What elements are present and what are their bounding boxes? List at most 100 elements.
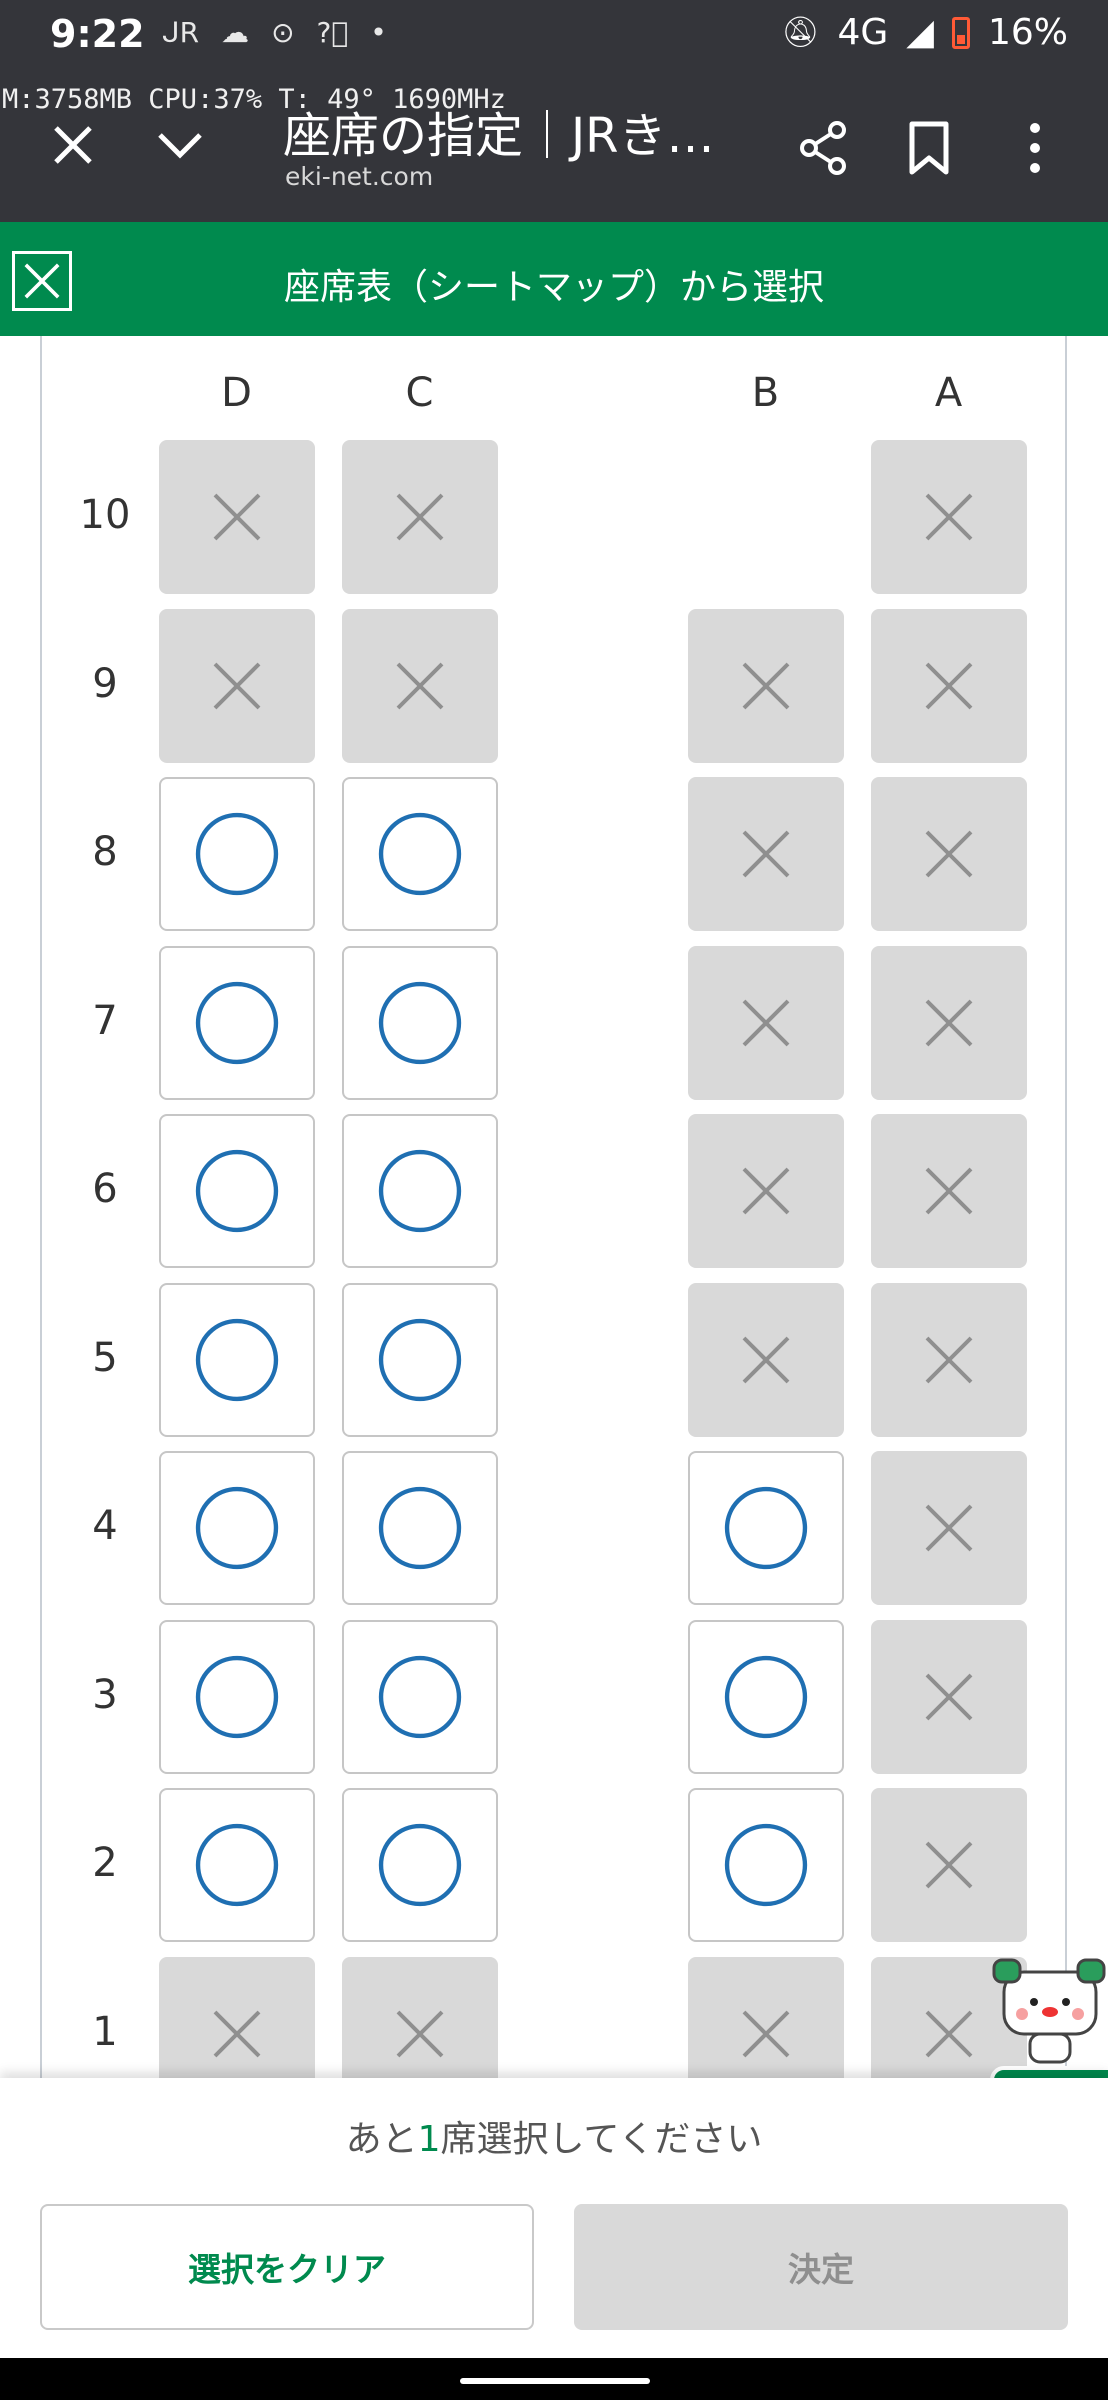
more-menu-icon[interactable] [1020, 120, 1050, 176]
column-label-c: C [405, 370, 434, 416]
available-circle-icon [195, 1486, 279, 1570]
unavailable-x-icon [742, 1167, 790, 1215]
row-label-2: 2 [92, 1840, 118, 1886]
unavailable-x-icon [925, 493, 973, 541]
share-icon[interactable] [795, 120, 851, 176]
chevron-down-icon[interactable] [152, 120, 208, 170]
jr-icon: ᒍR [162, 16, 200, 49]
column-label-b: B [751, 370, 780, 416]
unavailable-x-icon [925, 1673, 973, 1721]
row-label-9: 9 [92, 661, 118, 707]
unavailable-x-icon [925, 1167, 973, 1215]
record-icon: ⊙ [271, 16, 295, 49]
page-title: 座席の指定｜JRき… [283, 108, 715, 164]
home-gesture-pill[interactable] [460, 2378, 650, 2384]
seat-4D[interactable] [159, 1451, 315, 1605]
battery-percent: 16% [987, 12, 1068, 53]
seat-5B [688, 1283, 844, 1437]
seat-8D[interactable] [159, 777, 315, 931]
seat-6D[interactable] [159, 1114, 315, 1268]
seat-2B[interactable] [688, 1788, 844, 1942]
unavailable-x-icon [742, 999, 790, 1047]
seat-3C[interactable] [342, 1620, 498, 1774]
seat-2C[interactable] [342, 1788, 498, 1942]
seat-5C[interactable] [342, 1283, 498, 1437]
seat-8C[interactable] [342, 777, 498, 931]
seat-2D[interactable] [159, 1788, 315, 1942]
system-nav-bar [0, 2358, 1108, 2400]
seat-5A [871, 1283, 1027, 1437]
row-label-7: 7 [92, 998, 118, 1044]
status-right: 🔕︎ 4G ◢ 16% [781, 12, 1068, 53]
seat-9D [159, 609, 315, 763]
unavailable-x-icon [742, 662, 790, 710]
page-url[interactable]: eki-net.com [285, 162, 433, 191]
unavailable-x-icon [213, 493, 261, 541]
seat-3D[interactable] [159, 1620, 315, 1774]
unavailable-x-icon [925, 999, 973, 1047]
unavailable-x-icon [925, 830, 973, 878]
available-circle-icon [378, 1486, 462, 1570]
network-label: 4G [837, 12, 889, 53]
bookmark-icon[interactable] [906, 120, 952, 176]
confirm-button[interactable]: 決定 [574, 2204, 1068, 2330]
clear-selection-button[interactable]: 選択をクリア [40, 2204, 534, 2330]
row-label-10: 10 [79, 492, 131, 538]
seat-8B [688, 777, 844, 931]
signal-icon: ◢ [906, 12, 934, 53]
available-circle-icon [195, 1149, 279, 1233]
row-label-4: 4 [92, 1503, 118, 1549]
seat-6C[interactable] [342, 1114, 498, 1268]
status-icons: ᒍR ☁ ⊙ ?⃞ • [162, 16, 387, 49]
seat-9A [871, 609, 1027, 763]
seat-9C [342, 609, 498, 763]
row-label-6: 6 [92, 1166, 118, 1212]
seat-9B [688, 609, 844, 763]
status-time: 9:22 [50, 12, 145, 56]
available-circle-icon [378, 1318, 462, 1402]
seat-8A [871, 777, 1027, 931]
remaining-seats-message: あと1席選択してください [0, 2110, 1108, 2162]
available-circle-icon [378, 812, 462, 896]
row-label-8: 8 [92, 829, 118, 875]
available-circle-icon [195, 981, 279, 1065]
close-tab-icon[interactable] [48, 120, 98, 170]
available-circle-icon [378, 1149, 462, 1233]
available-circle-icon [195, 1823, 279, 1907]
seatmap-title: 座席表（シートマップ）から選択 [283, 267, 824, 308]
seat-4B[interactable] [688, 1451, 844, 1605]
available-circle-icon [378, 1823, 462, 1907]
seat-10D [159, 440, 315, 594]
battery-icon [951, 16, 970, 49]
seatmap-header: 座席表（シートマップ）から選択 [0, 222, 1108, 336]
seat-6A [871, 1114, 1027, 1268]
question-box-icon: ?⃞ [316, 16, 349, 49]
seat-2A [871, 1788, 1027, 1942]
unavailable-x-icon [925, 1841, 973, 1889]
seat-7D[interactable] [159, 946, 315, 1100]
browser-chrome: 9:22 ᒍR ☁ ⊙ ?⃞ • 🔕︎ 4G ◢ 16% M:3758MB CP… [0, 0, 1108, 222]
unavailable-x-icon [213, 662, 261, 710]
row-label-5: 5 [92, 1335, 118, 1381]
remaining-prefix: あと [345, 2119, 418, 2160]
available-circle-icon [378, 1655, 462, 1739]
available-circle-icon [195, 1318, 279, 1402]
available-circle-icon [195, 1655, 279, 1739]
unavailable-x-icon [925, 1504, 973, 1552]
seat-7C[interactable] [342, 946, 498, 1100]
available-circle-icon [378, 981, 462, 1065]
unavailable-x-icon [925, 662, 973, 710]
available-circle-icon [195, 812, 279, 896]
unavailable-x-icon [742, 830, 790, 878]
dot-icon: • [370, 16, 387, 49]
available-circle-icon [724, 1655, 808, 1739]
seat-5D[interactable] [159, 1283, 315, 1437]
remaining-count: 1 [417, 2119, 441, 2160]
unavailable-x-icon [396, 662, 444, 710]
seat-4C[interactable] [342, 1451, 498, 1605]
seat-6B [688, 1114, 844, 1268]
mascot-icon[interactable] [990, 1952, 1108, 2072]
available-circle-icon [724, 1486, 808, 1570]
seat-3B[interactable] [688, 1620, 844, 1774]
seat-10A [871, 440, 1027, 594]
